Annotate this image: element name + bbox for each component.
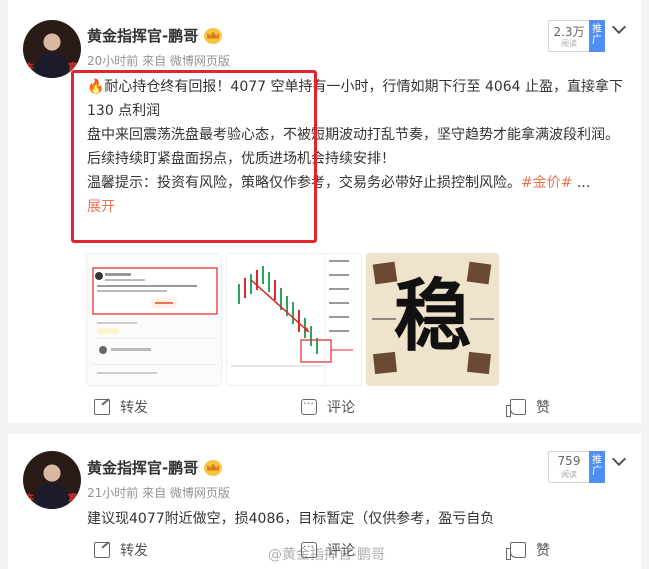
chevron-down-icon[interactable] (611, 19, 627, 35)
author-name[interactable]: 黄金指挥官-鹏哥 (87, 25, 223, 46)
author-name-text[interactable]: 黄金指挥官-鹏哥 (87, 457, 198, 478)
post-line: 后续持续盯紧盘面拐点，优质进场机会持续安排！ (87, 151, 395, 167)
avatar[interactable]: 许 富 (23, 451, 81, 509)
like-button[interactable]: 赞 (506, 397, 550, 417)
post-card: 许 富 黄金指挥官-鹏哥 20小时前 来自 微博网页版 2.3万 阅读 推广 🔥… (8, 0, 641, 423)
kline-chart-thumbnail (227, 254, 361, 385)
post-line: 温馨提示：投资有风险，策略仅作参考，交易务必带好止损控制风险。#金价# ... (87, 171, 632, 195)
hashtag-link[interactable]: #金价# (521, 175, 572, 191)
like-button[interactable]: 赞 (506, 540, 550, 560)
post-line: 盘中来回震荡洗盘最考验心态，不被短期波动打乱节奏，坚守趋势才能拿满波段利润。 (87, 127, 619, 143)
view-count-label: 阅读 (561, 470, 577, 479)
screenshot-thumbnail (87, 254, 221, 385)
vip-crown-icon (204, 27, 223, 44)
action-bar: 转发 评论 赞 (8, 387, 641, 427)
calligraphy-character: 稳 (393, 271, 472, 362)
forward-button[interactable]: 转发 (94, 540, 148, 560)
forward-icon (94, 542, 110, 558)
view-count-badge: 2.3万 阅读 推广 (548, 20, 605, 52)
forward-icon (94, 399, 110, 415)
ellipsis: ... (572, 175, 591, 191)
avatar-decoration: 富 (68, 494, 78, 505)
forward-label: 转发 (120, 543, 148, 559)
tip-text: 温馨提示：投资有风险，策略仅作参考，交易务必带好止损控制风险。 (87, 175, 521, 191)
author-name[interactable]: 黄金指挥官-鹏哥 (87, 457, 223, 478)
post-meta: 20小时前 来自 微博网页版 (87, 54, 230, 68)
post-image-calligraphy[interactable]: 稳 (366, 253, 499, 386)
avatar-decoration: 许 (24, 63, 34, 74)
avatar-decoration: 富 (68, 63, 78, 74)
forward-label: 转发 (120, 400, 148, 416)
post-line: 🔥耐心持仓终有回报！4077 空单持有一小时，行情如期下行至 4064 止盈，直… (87, 79, 624, 119)
post-body: 建议现4077附近做空，损4086，目标暂定（仅供参考，盈亏自负 (87, 511, 495, 527)
post-image-screenshot[interactable] (86, 253, 222, 386)
avatar[interactable]: 许 富 (23, 20, 81, 78)
comment-label: 评论 (327, 400, 355, 416)
view-count-label: 阅读 (561, 39, 577, 48)
comment-icon (301, 394, 317, 415)
author-name-text[interactable]: 黄金指挥官-鹏哥 (87, 25, 198, 46)
watermark: @黄金指挥官-鹏哥 (268, 547, 386, 563)
avatar-decoration: 许 (24, 494, 34, 505)
promote-button[interactable]: 推广 (589, 20, 605, 52)
view-count-badge: 759 阅读 推广 (548, 451, 605, 483)
view-count: 759 (557, 454, 581, 468)
post-image-kline-chart[interactable] (226, 253, 362, 386)
like-icon (506, 399, 526, 417)
promote-button[interactable]: 推广 (589, 451, 605, 483)
forward-button[interactable]: 转发 (94, 397, 148, 417)
like-icon (506, 542, 526, 560)
post-line: 展开 (87, 195, 632, 219)
expand-link[interactable]: 展开 (87, 199, 115, 215)
post-meta: 21小时前 来自 微博网页版 (87, 486, 230, 500)
like-label: 赞 (536, 543, 550, 559)
like-label: 赞 (536, 400, 550, 416)
comment-button[interactable]: 评论 (301, 394, 355, 417)
post-body: 🔥耐心持仓终有回报！4077 空单持有一小时，行情如期下行至 4064 止盈，直… (87, 75, 632, 219)
vip-crown-icon (204, 459, 223, 476)
chevron-down-icon[interactable] (611, 451, 627, 467)
